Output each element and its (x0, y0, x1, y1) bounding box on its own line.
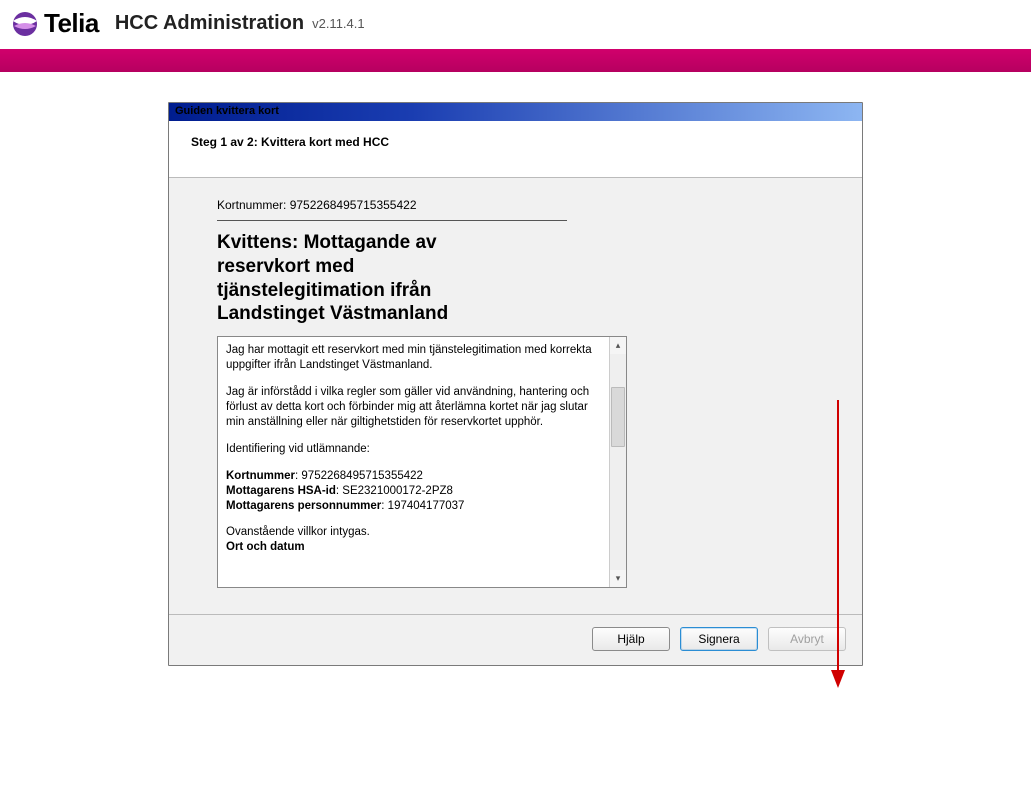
wizard-footer: Hjälp Signera Avbryt (169, 614, 862, 665)
scrollbar[interactable]: ▴ ▾ (609, 337, 626, 587)
receipt-panel: Jag har mottagit ett reservkort med min … (217, 336, 627, 588)
pn-value: 197404177037 (388, 500, 465, 512)
telia-logo-icon (12, 11, 38, 37)
hsa-label: Mottagarens HSA-id (226, 485, 336, 497)
receipt-text: Jag har mottagit ett reservkort med min … (218, 337, 609, 587)
receipt-paragraph-2: Jag är införstådd i vilka regler som gäl… (226, 385, 601, 430)
cancel-button: Avbryt (768, 627, 846, 651)
wizard-titlebar: Guiden kvittera kort (169, 103, 862, 121)
divider (217, 220, 567, 221)
help-button[interactable]: Hjälp (592, 627, 670, 651)
scroll-down-icon[interactable]: ▾ (610, 570, 626, 587)
wizard-dialog: Guiden kvittera kort Steg 1 av 2: Kvitte… (168, 102, 863, 666)
card-number-label: Kortnummer: (217, 198, 286, 212)
hsa-value: SE2321000172-2PZ8 (342, 485, 453, 497)
scroll-thumb[interactable] (611, 387, 625, 447)
sign-button[interactable]: Signera (680, 627, 758, 651)
receipt-paragraph-1: Jag har mottagit ett reservkort med min … (226, 343, 601, 373)
wizard-body: Kortnummer: 9752268495715355422 Kvittens… (169, 178, 862, 596)
pn-label: Mottagarens personnummer (226, 500, 381, 512)
receipt-place-date: Ort och datum (226, 541, 305, 553)
kortnummer-value: 9752268495715355422 (301, 470, 423, 482)
wizard-step-label: Steg 1 av 2: Kvittera kort med HCC (191, 135, 840, 149)
card-number-row: Kortnummer: 9752268495715355422 (217, 198, 832, 212)
receipt-heading: Kvittens: Mottagande av reservkort med t… (217, 231, 517, 326)
receipt-id-block: Kortnummer: 9752268495715355422 Mottagar… (226, 469, 601, 514)
wizard-step-header: Steg 1 av 2: Kvittera kort med HCC (169, 121, 862, 178)
scroll-up-icon[interactable]: ▴ (610, 337, 626, 354)
header-band (0, 49, 1031, 72)
receipt-id-heading: Identifiering vid utlämnande: (226, 442, 601, 457)
app-title: HCC Administration (115, 12, 304, 35)
app-header: Telia HCC Administration v2.11.4.1 (0, 0, 1031, 49)
kortnummer-label: Kortnummer (226, 470, 295, 482)
card-number-value: 9752268495715355422 (290, 198, 417, 212)
brand-name: Telia (44, 8, 99, 39)
receipt-confirm: Ovanstående villkor intygas. (226, 525, 601, 540)
app-version: v2.11.4.1 (312, 16, 365, 31)
